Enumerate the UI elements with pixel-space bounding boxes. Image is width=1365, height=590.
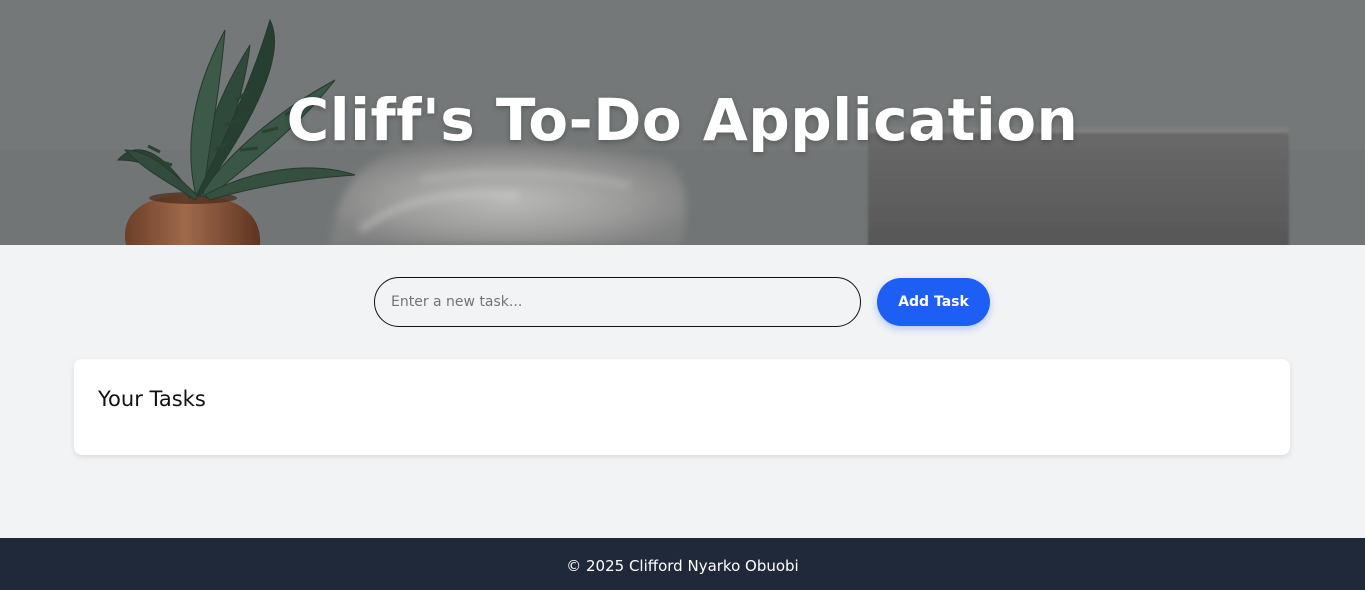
- hero-banner: Cliff's To-Do Application: [0, 0, 1365, 245]
- add-task-button[interactable]: Add Task: [877, 278, 990, 326]
- page-title: Cliff's To-Do Application: [286, 86, 1079, 154]
- task-input[interactable]: [374, 277, 861, 327]
- pillow-shape: [330, 144, 687, 245]
- footer-copyright: © 2025 Clifford Nyarko Obuobi: [566, 557, 799, 575]
- tasks-heading: Your Tasks: [98, 387, 206, 411]
- footer: © 2025 Clifford Nyarko Obuobi: [0, 538, 1365, 590]
- tasks-card: Your Tasks: [74, 359, 1290, 455]
